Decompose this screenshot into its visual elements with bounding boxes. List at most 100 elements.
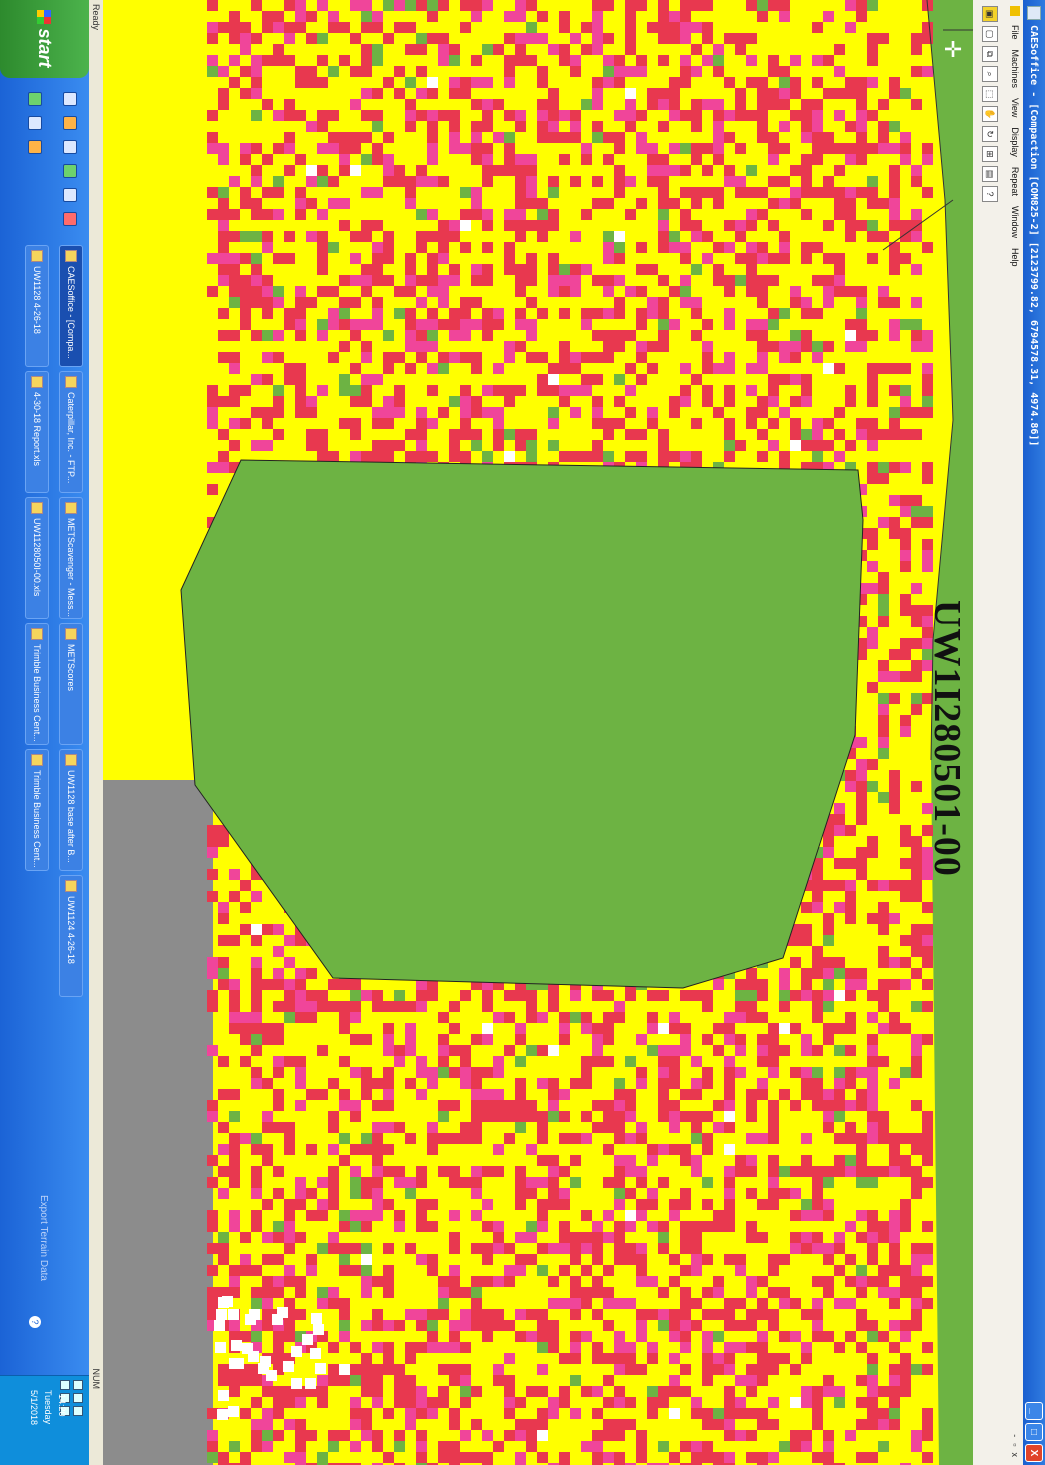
folder-icon[interactable] — [63, 116, 77, 130]
minimize-button[interactable]: _ — [1025, 1402, 1043, 1420]
select-icon[interactable]: ⬚ — [982, 86, 998, 102]
browser-icon[interactable] — [63, 212, 77, 226]
compaction-cell — [240, 319, 251, 330]
compaction-cell — [328, 143, 339, 154]
menu-help[interactable]: Help — [1010, 243, 1020, 272]
task-button[interactable]: Trimble Business Cent... — [25, 749, 49, 871]
compaction-cell — [812, 99, 823, 110]
network-icon[interactable] — [73, 1380, 83, 1390]
compaction-cell — [284, 1331, 295, 1342]
compaction-cell — [592, 418, 603, 429]
task-button[interactable]: UW1124 4-26-18 — [59, 875, 83, 997]
compaction-cell — [438, 231, 449, 242]
doc-restore-button[interactable]: ▫ — [1010, 1443, 1020, 1446]
help-circle-icon[interactable]: ? — [29, 1316, 41, 1328]
open-icon[interactable]: ▣ — [982, 6, 998, 22]
app-icon-5[interactable] — [28, 116, 42, 130]
compaction-cell — [735, 1320, 746, 1331]
task-button[interactable]: UW1128050I-00.xls — [25, 497, 49, 619]
compaction-cell — [383, 1045, 394, 1056]
maximize-button[interactable]: □ — [1025, 1423, 1043, 1441]
app-icon-4[interactable] — [28, 92, 42, 106]
security-icon[interactable] — [73, 1406, 83, 1416]
compaction-cell — [900, 220, 911, 231]
compaction-cell — [515, 319, 526, 330]
pad-boundary-polygon[interactable] — [180, 459, 864, 989]
menu-repeat[interactable]: Repeat — [1010, 162, 1020, 201]
compaction-cell — [240, 33, 251, 44]
help-icon[interactable]: ? — [982, 186, 998, 202]
app-icon-3[interactable] — [63, 188, 77, 202]
compaction-cell — [207, 418, 218, 429]
compaction-cell — [768, 319, 779, 330]
compaction-map[interactable]: UW1I280501-00 ✛ — [85, 0, 973, 1465]
task-button[interactable]: CAESoffice - [Compa... — [59, 245, 83, 367]
compaction-cell — [680, 66, 691, 77]
compaction-cell — [724, 319, 735, 330]
compaction-cell — [691, 308, 702, 319]
compaction-cell — [229, 330, 240, 341]
hand-icon[interactable]: ✋ — [982, 106, 998, 122]
compaction-cell — [867, 374, 878, 385]
task-button[interactable]: METScavenger - Mess... — [59, 497, 83, 619]
compaction-cell — [295, 297, 306, 308]
task-button[interactable]: UW1128 base after B... — [59, 749, 83, 871]
refresh-icon[interactable]: ↻ — [982, 126, 998, 142]
zoom-icon[interactable]: ⌕ — [982, 66, 998, 82]
compaction-cell — [867, 528, 878, 539]
app-icon-6[interactable] — [28, 140, 42, 154]
compaction-cell — [251, 968, 262, 979]
task-button[interactable]: Trimble Business Cent... — [25, 623, 49, 745]
compaction-cell — [339, 198, 350, 209]
compaction-cell — [328, 198, 339, 209]
compaction-cell — [691, 1320, 702, 1331]
compaction-map-canvas[interactable] — [85, 0, 973, 1465]
compaction-cell — [240, 924, 251, 935]
compaction-cell — [306, 1265, 317, 1276]
compaction-cell — [306, 440, 317, 451]
compaction-cell — [834, 143, 845, 154]
task-button[interactable]: METScores — [59, 623, 83, 745]
compaction-cell — [746, 385, 757, 396]
compaction-cell — [812, 110, 823, 121]
doc-close-button[interactable]: x — [1010, 1453, 1020, 1458]
close-button[interactable]: X — [1025, 1444, 1043, 1462]
copy-icon[interactable]: ⧉ — [982, 46, 998, 62]
app-icon-1[interactable] — [63, 140, 77, 154]
volume-icon[interactable] — [73, 1393, 83, 1403]
compaction-cell — [361, 1408, 372, 1419]
menu-display[interactable]: Display — [1010, 122, 1020, 162]
compaction-cell — [317, 176, 328, 187]
compaction-cell — [427, 1309, 438, 1320]
layout-icon[interactable]: ⊞ — [982, 146, 998, 162]
app-icon-2[interactable] — [63, 164, 77, 178]
start-button[interactable]: start — [0, 0, 89, 78]
compaction-cell — [834, 957, 845, 968]
desktop-icon[interactable] — [63, 92, 77, 106]
clock-time[interactable]: 14:20 — [57, 1394, 67, 1417]
compaction-cell — [295, 1452, 306, 1463]
compaction-cell — [669, 198, 680, 209]
compaction-cell — [922, 374, 933, 385]
title-bar[interactable]: CAESoffice - [Compaction [COM825-2] [212… — [1023, 0, 1045, 1465]
compaction-cell — [878, 979, 889, 990]
doc-minimize-button[interactable]: - — [1010, 1434, 1020, 1437]
compaction-cell — [801, 990, 812, 1001]
compaction-cell — [405, 22, 416, 33]
menu-machines[interactable]: Machines — [1010, 45, 1020, 94]
new-icon[interactable]: ▢ — [982, 26, 998, 42]
update-icon[interactable] — [60, 1380, 70, 1390]
menu-view[interactable]: View — [1010, 93, 1020, 122]
view-icon[interactable]: ▤ — [982, 166, 998, 182]
compaction-cell — [922, 935, 933, 946]
task-button[interactable]: UW1128 4-26-18 — [25, 245, 49, 367]
compaction-cell — [779, 451, 790, 462]
compaction-cell — [669, 1210, 680, 1221]
menu-window[interactable]: Window — [1010, 201, 1020, 243]
compaction-cell — [702, 22, 713, 33]
task-button[interactable]: Caterpillar, Inc. - FTP... — [59, 371, 83, 493]
compaction-cell — [427, 209, 438, 220]
task-button[interactable]: 4-30-18 Report.xls — [25, 371, 49, 493]
menu-file[interactable]: File — [1010, 20, 1020, 45]
compaction-cell — [647, 341, 658, 352]
